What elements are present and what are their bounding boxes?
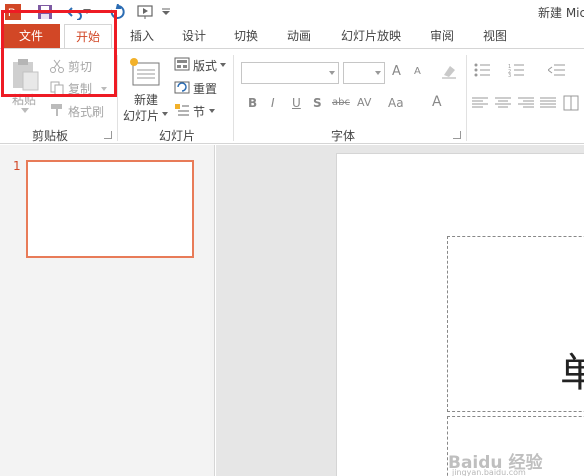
- group-divider: [233, 55, 234, 141]
- clipboard-launcher-icon[interactable]: [104, 131, 112, 139]
- italic-button[interactable]: I: [271, 96, 275, 110]
- slide-title-text: 单: [560, 350, 584, 396]
- slide-number: 1: [13, 159, 21, 173]
- save-icon[interactable]: [36, 3, 54, 21]
- ribbon: 粘贴 剪切 复制 格式刷 剪贴板 新建 幻灯片 版式 重置 节 幻灯片 A A …: [0, 48, 584, 144]
- quick-access-toolbar: P 新建 Mic: [0, 0, 584, 24]
- columns-icon[interactable]: [563, 95, 579, 111]
- tab-review[interactable]: 审阅: [424, 24, 460, 49]
- paste-dropdown-icon[interactable]: [20, 107, 30, 113]
- svg-text:3: 3: [508, 73, 511, 77]
- cut-label[interactable]: 剪切: [68, 58, 92, 75]
- tab-home[interactable]: 开始: [64, 24, 112, 50]
- change-case-button[interactable]: Aa: [388, 96, 404, 110]
- bullets-icon[interactable]: [474, 63, 492, 77]
- section-label[interactable]: 节: [193, 103, 205, 120]
- new-slide-label-2[interactable]: 幻灯片: [123, 107, 159, 124]
- paste-label[interactable]: 粘贴: [12, 91, 36, 108]
- tab-view[interactable]: 视图: [477, 24, 513, 49]
- font-name-dropdown-icon: [329, 71, 335, 75]
- slide-editor: [216, 145, 584, 476]
- slide-thumbnails-pane: 1: [0, 145, 215, 476]
- shadow-button[interactable]: S: [313, 96, 322, 110]
- layout-dropdown-icon[interactable]: [219, 62, 227, 68]
- bold-button[interactable]: B: [248, 96, 257, 110]
- align-left-icon[interactable]: [472, 97, 488, 109]
- shrink-font-button[interactable]: A: [414, 66, 421, 77]
- format-painter-label[interactable]: 格式刷: [68, 103, 104, 120]
- undo-dropdown-icon[interactable]: [82, 3, 92, 21]
- decrease-indent-icon[interactable]: [548, 63, 566, 77]
- reset-icon[interactable]: [174, 80, 190, 94]
- new-slide-dropdown-icon[interactable]: [161, 111, 169, 117]
- paste-icon[interactable]: [8, 57, 42, 93]
- layout-label[interactable]: 版式: [193, 57, 217, 74]
- font-name-select[interactable]: [241, 62, 339, 84]
- font-size-dropdown-icon: [375, 71, 381, 75]
- tab-animations[interactable]: 动画: [281, 24, 317, 49]
- strikethrough-button[interactable]: abc: [332, 97, 350, 108]
- group-divider: [117, 55, 118, 141]
- svg-text:P: P: [8, 7, 15, 19]
- section-icon[interactable]: [174, 103, 190, 117]
- tab-file[interactable]: 文件: [2, 24, 60, 49]
- customize-qat-icon[interactable]: [160, 3, 172, 21]
- copy-dropdown-icon[interactable]: [100, 86, 108, 92]
- baidu-watermark-url: jingyan.baidu.com: [452, 468, 526, 476]
- numbering-icon[interactable]: 123: [508, 63, 526, 77]
- format-painter-icon[interactable]: [50, 103, 64, 117]
- document-title: 新建 Mic: [538, 6, 584, 20]
- clipboard-group-label: 剪贴板: [32, 129, 69, 143]
- copy-icon[interactable]: [50, 81, 64, 95]
- slide-thumbnail[interactable]: [26, 160, 194, 258]
- tab-design[interactable]: 设计: [176, 24, 212, 49]
- character-spacing-button[interactable]: AV: [357, 96, 371, 109]
- ribbon-tabs: 文件 开始 插入 设计 切换 动画 幻灯片放映 审阅 视图: [0, 24, 584, 50]
- layout-icon[interactable]: [174, 57, 190, 71]
- redo-icon[interactable]: [108, 3, 126, 21]
- font-size-select[interactable]: [343, 62, 385, 84]
- start-from-beginning-icon[interactable]: [136, 3, 154, 21]
- tab-slideshow[interactable]: 幻灯片放映: [335, 24, 407, 49]
- font-color-button[interactable]: A: [432, 94, 442, 110]
- section-dropdown-icon[interactable]: [208, 108, 216, 114]
- reset-label[interactable]: 重置: [193, 80, 217, 97]
- font-launcher-icon[interactable]: [453, 131, 461, 139]
- grow-font-button[interactable]: A: [392, 64, 401, 79]
- powerpoint-logo-icon: P: [4, 3, 22, 21]
- new-slide-icon[interactable]: [129, 55, 161, 89]
- clear-formatting-icon[interactable]: [441, 63, 457, 79]
- align-center-icon[interactable]: [495, 97, 511, 109]
- group-divider: [466, 55, 467, 141]
- justify-icon[interactable]: [540, 97, 556, 109]
- tab-transitions[interactable]: 切换: [228, 24, 264, 49]
- slides-group-label: 幻灯片: [159, 129, 196, 143]
- slide-canvas[interactable]: [336, 153, 584, 476]
- underline-button[interactable]: U: [292, 96, 301, 110]
- copy-label[interactable]: 复制: [68, 80, 92, 97]
- align-right-icon[interactable]: [518, 97, 534, 109]
- cut-icon[interactable]: [50, 59, 64, 73]
- tab-insert[interactable]: 插入: [124, 24, 160, 49]
- new-slide-label-1[interactable]: 新建: [134, 91, 158, 108]
- font-group-label: 字体: [331, 129, 356, 143]
